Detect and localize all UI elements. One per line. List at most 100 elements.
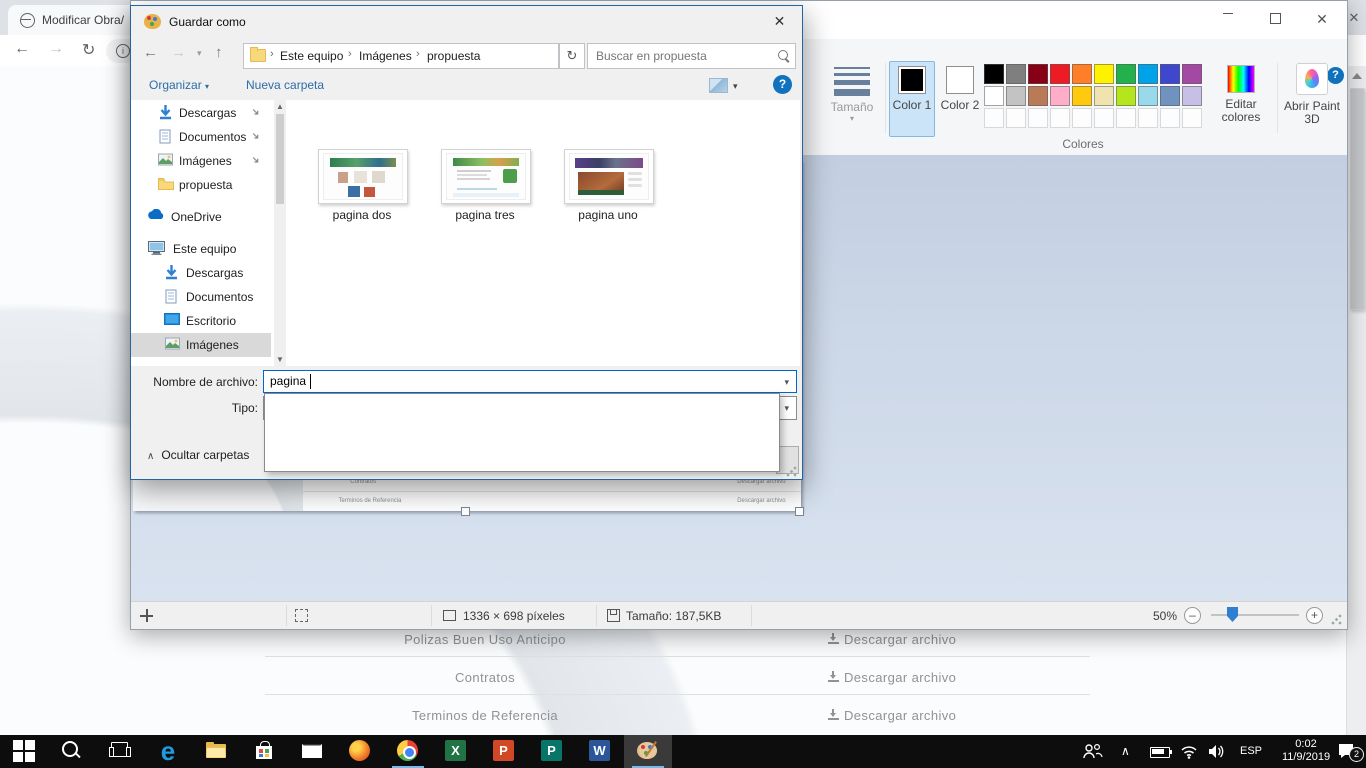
palette-swatch[interactable] [1182,64,1202,84]
breadcrumb[interactable]: › Este equipo › Imágenes › propuesta ▾ [243,43,559,69]
breadcrumb-este-equipo[interactable]: Este equipo [280,49,343,63]
sidebar-item-propuesta[interactable]: propuesta [131,173,271,197]
sidebar-scrollbar[interactable]: ▲ ▼ [274,100,286,366]
filename-input[interactable]: pagina ▾ [263,370,797,393]
tray-chevron-up-icon[interactable]: ∧ [1121,744,1130,758]
download-link[interactable]: Descargar archivo [828,670,956,685]
start-button[interactable] [0,735,48,768]
palette-swatch[interactable] [984,108,1004,128]
resize-handle[interactable] [795,507,804,516]
palette-swatch[interactable] [1094,64,1114,84]
zoom-slider-thumb[interactable] [1227,607,1238,622]
sidebar-item-onedrive[interactable]: OneDrive [131,205,271,229]
size-button[interactable]: Tamaño ▾ [823,63,881,135]
sidebar-item-documentos[interactable]: Documentos [131,285,271,309]
forward-icon[interactable]: → [171,44,186,61]
palette-swatch[interactable] [1160,64,1180,84]
palette-swatch[interactable] [1138,108,1158,128]
palette-swatch[interactable] [1182,108,1202,128]
tray-clock[interactable]: 0:02 11/9/2019 [1276,738,1336,764]
search-icon[interactable] [778,50,788,60]
task-view-button[interactable] [96,735,144,768]
battery-icon[interactable] [1150,747,1170,758]
file-pagina-dos[interactable] [318,149,408,204]
filename-autocomplete-popup[interactable] [264,393,780,472]
minimize-button[interactable] [1205,6,1251,32]
scrollbar-thumb[interactable] [1350,88,1365,310]
browser-back-icon[interactable]: ← [14,40,30,58]
scroll-down-icon[interactable]: ▼ [276,355,284,364]
palette-swatch[interactable] [1072,86,1092,106]
refresh-button[interactable]: ↻ [559,43,585,69]
file-pagina-uno[interactable] [564,149,654,204]
zoom-slider[interactable] [1211,614,1299,616]
open-paint3d-button[interactable]: Abrir Paint 3D [1281,61,1343,126]
type-dropdown-icon[interactable]: ▾ [784,403,789,414]
sidebar-item-imagenes-quick[interactable]: Imágenes ➜ [131,149,271,173]
palette-swatch[interactable] [1006,64,1026,84]
download-link[interactable]: Descargar archivo [828,708,956,723]
palette-swatch[interactable] [1072,108,1092,128]
palette-swatch[interactable] [1116,108,1136,128]
palette-swatch[interactable] [1182,86,1202,106]
breadcrumb-imagenes[interactable]: Imágenes [359,49,412,63]
mail-button[interactable] [288,735,336,768]
sidebar-item-imagenes[interactable]: Imágenes [131,333,271,357]
browser-forward-icon[interactable]: → [48,40,64,58]
palette-swatch[interactable] [1050,108,1070,128]
firefox-button[interactable] [336,735,384,768]
resize-handle[interactable] [461,507,470,516]
dialog-close-icon[interactable]: ✕ [757,6,802,36]
scrollbar-thumb[interactable] [276,114,284,204]
palette-swatch[interactable] [1072,64,1092,84]
palette-swatch[interactable] [1160,108,1180,128]
palette-swatch[interactable] [1160,86,1180,106]
palette-swatch[interactable] [1050,86,1070,106]
recent-locations-icon[interactable]: ▾ [197,48,202,59]
filename-dropdown-icon[interactable]: ▾ [784,377,789,388]
back-icon[interactable]: ← [143,44,158,61]
sidebar-item-este-equipo[interactable]: Este equipo [131,237,271,261]
palette-swatch[interactable] [1116,86,1136,106]
scroll-up-icon[interactable]: ▲ [276,102,284,111]
organize-button[interactable]: Organizar ▾ [149,78,209,92]
word-button[interactable]: W [576,735,624,768]
search-input[interactable] [594,47,768,65]
close-button[interactable]: ✕ [1299,6,1345,32]
palette-swatch[interactable] [1094,86,1114,106]
zoom-out-button[interactable]: – [1184,607,1201,624]
palette-swatch[interactable] [1028,86,1048,106]
hide-folders-button[interactable]: ∧Ocultar carpetas [147,448,249,462]
palette-swatch[interactable] [1138,64,1158,84]
dialog-help-icon[interactable]: ? [773,75,792,94]
language-indicator[interactable]: ESP [1240,745,1262,757]
people-icon[interactable] [1083,743,1103,760]
edge-button[interactable]: e [144,735,192,768]
download-link[interactable]: Descargar archivo [828,632,956,647]
excel-button[interactable]: X [432,735,480,768]
maximize-button[interactable] [1252,6,1298,32]
chrome-button[interactable] [384,735,432,768]
sidebar-item-escritorio[interactable]: Escritorio [131,309,271,333]
palette-swatch[interactable] [1050,64,1070,84]
sidebar-item-descargas[interactable]: Descargas [131,261,271,285]
store-button[interactable] [240,735,288,768]
file-explorer-button[interactable] [192,735,240,768]
page-info-icon[interactable]: i [116,44,130,58]
paint-button[interactable] [624,735,672,768]
sidebar-item-documentos-quick[interactable]: Documentos ➜ [131,125,271,149]
palette-swatch[interactable] [1006,86,1026,106]
dialog-resize-grip[interactable] [786,466,797,477]
new-folder-button[interactable]: Nueva carpeta [246,78,324,92]
file-pagina-tres[interactable] [441,149,531,204]
palette-swatch[interactable] [984,86,1004,106]
wifi-icon[interactable] [1180,744,1198,759]
scroll-up-icon[interactable] [1352,73,1362,79]
view-mode-dropdown-icon[interactable]: ▾ [733,81,738,92]
volume-icon[interactable] [1208,744,1226,759]
color2-button[interactable]: Color 2 [937,61,983,137]
browser-scrollbar[interactable] [1346,66,1366,735]
edit-colors-button[interactable]: Editar colores [1209,61,1273,124]
browser-reload-icon[interactable]: ↻ [82,40,95,60]
palette-swatch[interactable] [984,64,1004,84]
